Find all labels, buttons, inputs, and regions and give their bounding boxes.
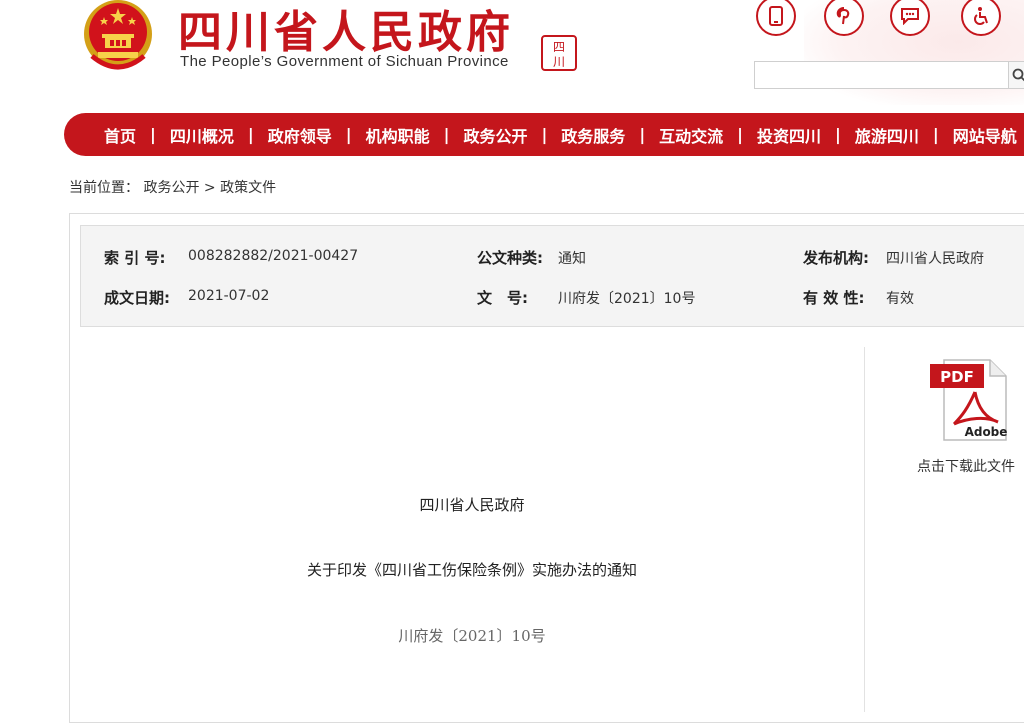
index-number-label: 索 引 号:: [104, 247, 165, 268]
issuer-label: 发布机构:: [803, 247, 869, 268]
svg-text:四: 四: [553, 40, 565, 54]
nav-separator: |: [150, 125, 156, 144]
breadcrumb-prefix: 当前位置：: [69, 180, 139, 196]
breadcrumb-link-open-affairs[interactable]: 政务公开: [143, 180, 199, 196]
nav-item-leaders[interactable]: 政府领导: [268, 123, 332, 147]
breadcrumb-link-policy-docs[interactable]: 政策文件: [220, 180, 276, 196]
doc-number-value: 川府发〔2021〕10号: [558, 288, 695, 308]
pdf-download-icon[interactable]: PDF Adobe: [928, 358, 1010, 442]
pdf-badge-text: PDF: [940, 368, 974, 386]
nav-item-open-affairs[interactable]: 政务公开: [463, 123, 527, 147]
doc-type-value: 通知: [558, 248, 586, 268]
validity-value: 有效: [886, 288, 914, 308]
nav-separator: |: [444, 125, 450, 144]
site-subtitle: The People’s Government of Sichuan Provi…: [180, 53, 509, 70]
site-title[interactable]: 四川省人民政府: [178, 0, 514, 60]
main-nav: 首页 | 四川概况 | 政府领导 | 机构职能 | 政务公开 | 政务服务 | …: [64, 113, 1024, 156]
written-date-value: 2021-07-02: [188, 288, 269, 304]
nav-separator: |: [346, 125, 352, 144]
nav-item-invest[interactable]: 投资四川: [757, 123, 821, 147]
mobile-icon[interactable]: [756, 0, 796, 36]
written-date-label: 成文日期:: [104, 287, 170, 308]
nav-separator: |: [835, 125, 841, 144]
nav-item-functions[interactable]: 机构职能: [366, 123, 430, 147]
doc-type-label: 公文种类:: [477, 247, 543, 268]
nav-item-overview[interactable]: 四川概况: [170, 123, 234, 147]
nav-separator: |: [639, 125, 645, 144]
nav-item-home[interactable]: 首页: [104, 123, 136, 147]
search-icon: [1012, 68, 1024, 82]
breadcrumb-separator: >: [204, 180, 216, 196]
nav-item-services[interactable]: 政务服务: [561, 123, 625, 147]
document-meta-table: 索 引 号: 008282882/2021-00427 公文种类: 通知 发布机…: [80, 225, 1024, 327]
nav-item-sitemap[interactable]: 网站导航: [953, 123, 1017, 147]
breadcrumb: 当前位置： 政务公开 > 政策文件: [69, 177, 276, 197]
nav-item-tourism[interactable]: 旅游四川: [855, 123, 919, 147]
adobe-brand-text: Adobe: [965, 425, 1008, 439]
document-issuer: 四川省人民政府: [80, 494, 864, 515]
validity-label: 有 效 性:: [803, 287, 864, 308]
svg-text:川: 川: [553, 55, 565, 69]
sichuan-seal-logo: 四 川: [541, 35, 577, 71]
document-reference: 川府发〔2021〕10号: [80, 625, 864, 646]
nav-separator: |: [933, 125, 939, 144]
issuer-value: 四川省人民政府: [886, 248, 984, 268]
document-title: 关于印发《四川省工伤保险条例》实施办法的通知: [80, 559, 864, 580]
doc-number-label: 文 号:: [477, 287, 528, 308]
search-input[interactable]: [754, 61, 1009, 89]
nav-separator: |: [248, 125, 254, 144]
download-file-link[interactable]: 点击下载此文件: [917, 456, 1015, 476]
site-header: 四川省人民政府 The People’s Government of Sichu…: [0, 0, 1024, 112]
index-number-value: 008282882/2021-00427: [188, 248, 358, 264]
nav-item-interaction[interactable]: 互动交流: [659, 123, 723, 147]
nav-separator: |: [541, 125, 547, 144]
national-emblem-icon: [80, 0, 156, 72]
search-button[interactable]: [1009, 61, 1024, 89]
column-divider: [864, 347, 865, 712]
nav-separator: |: [737, 125, 743, 144]
